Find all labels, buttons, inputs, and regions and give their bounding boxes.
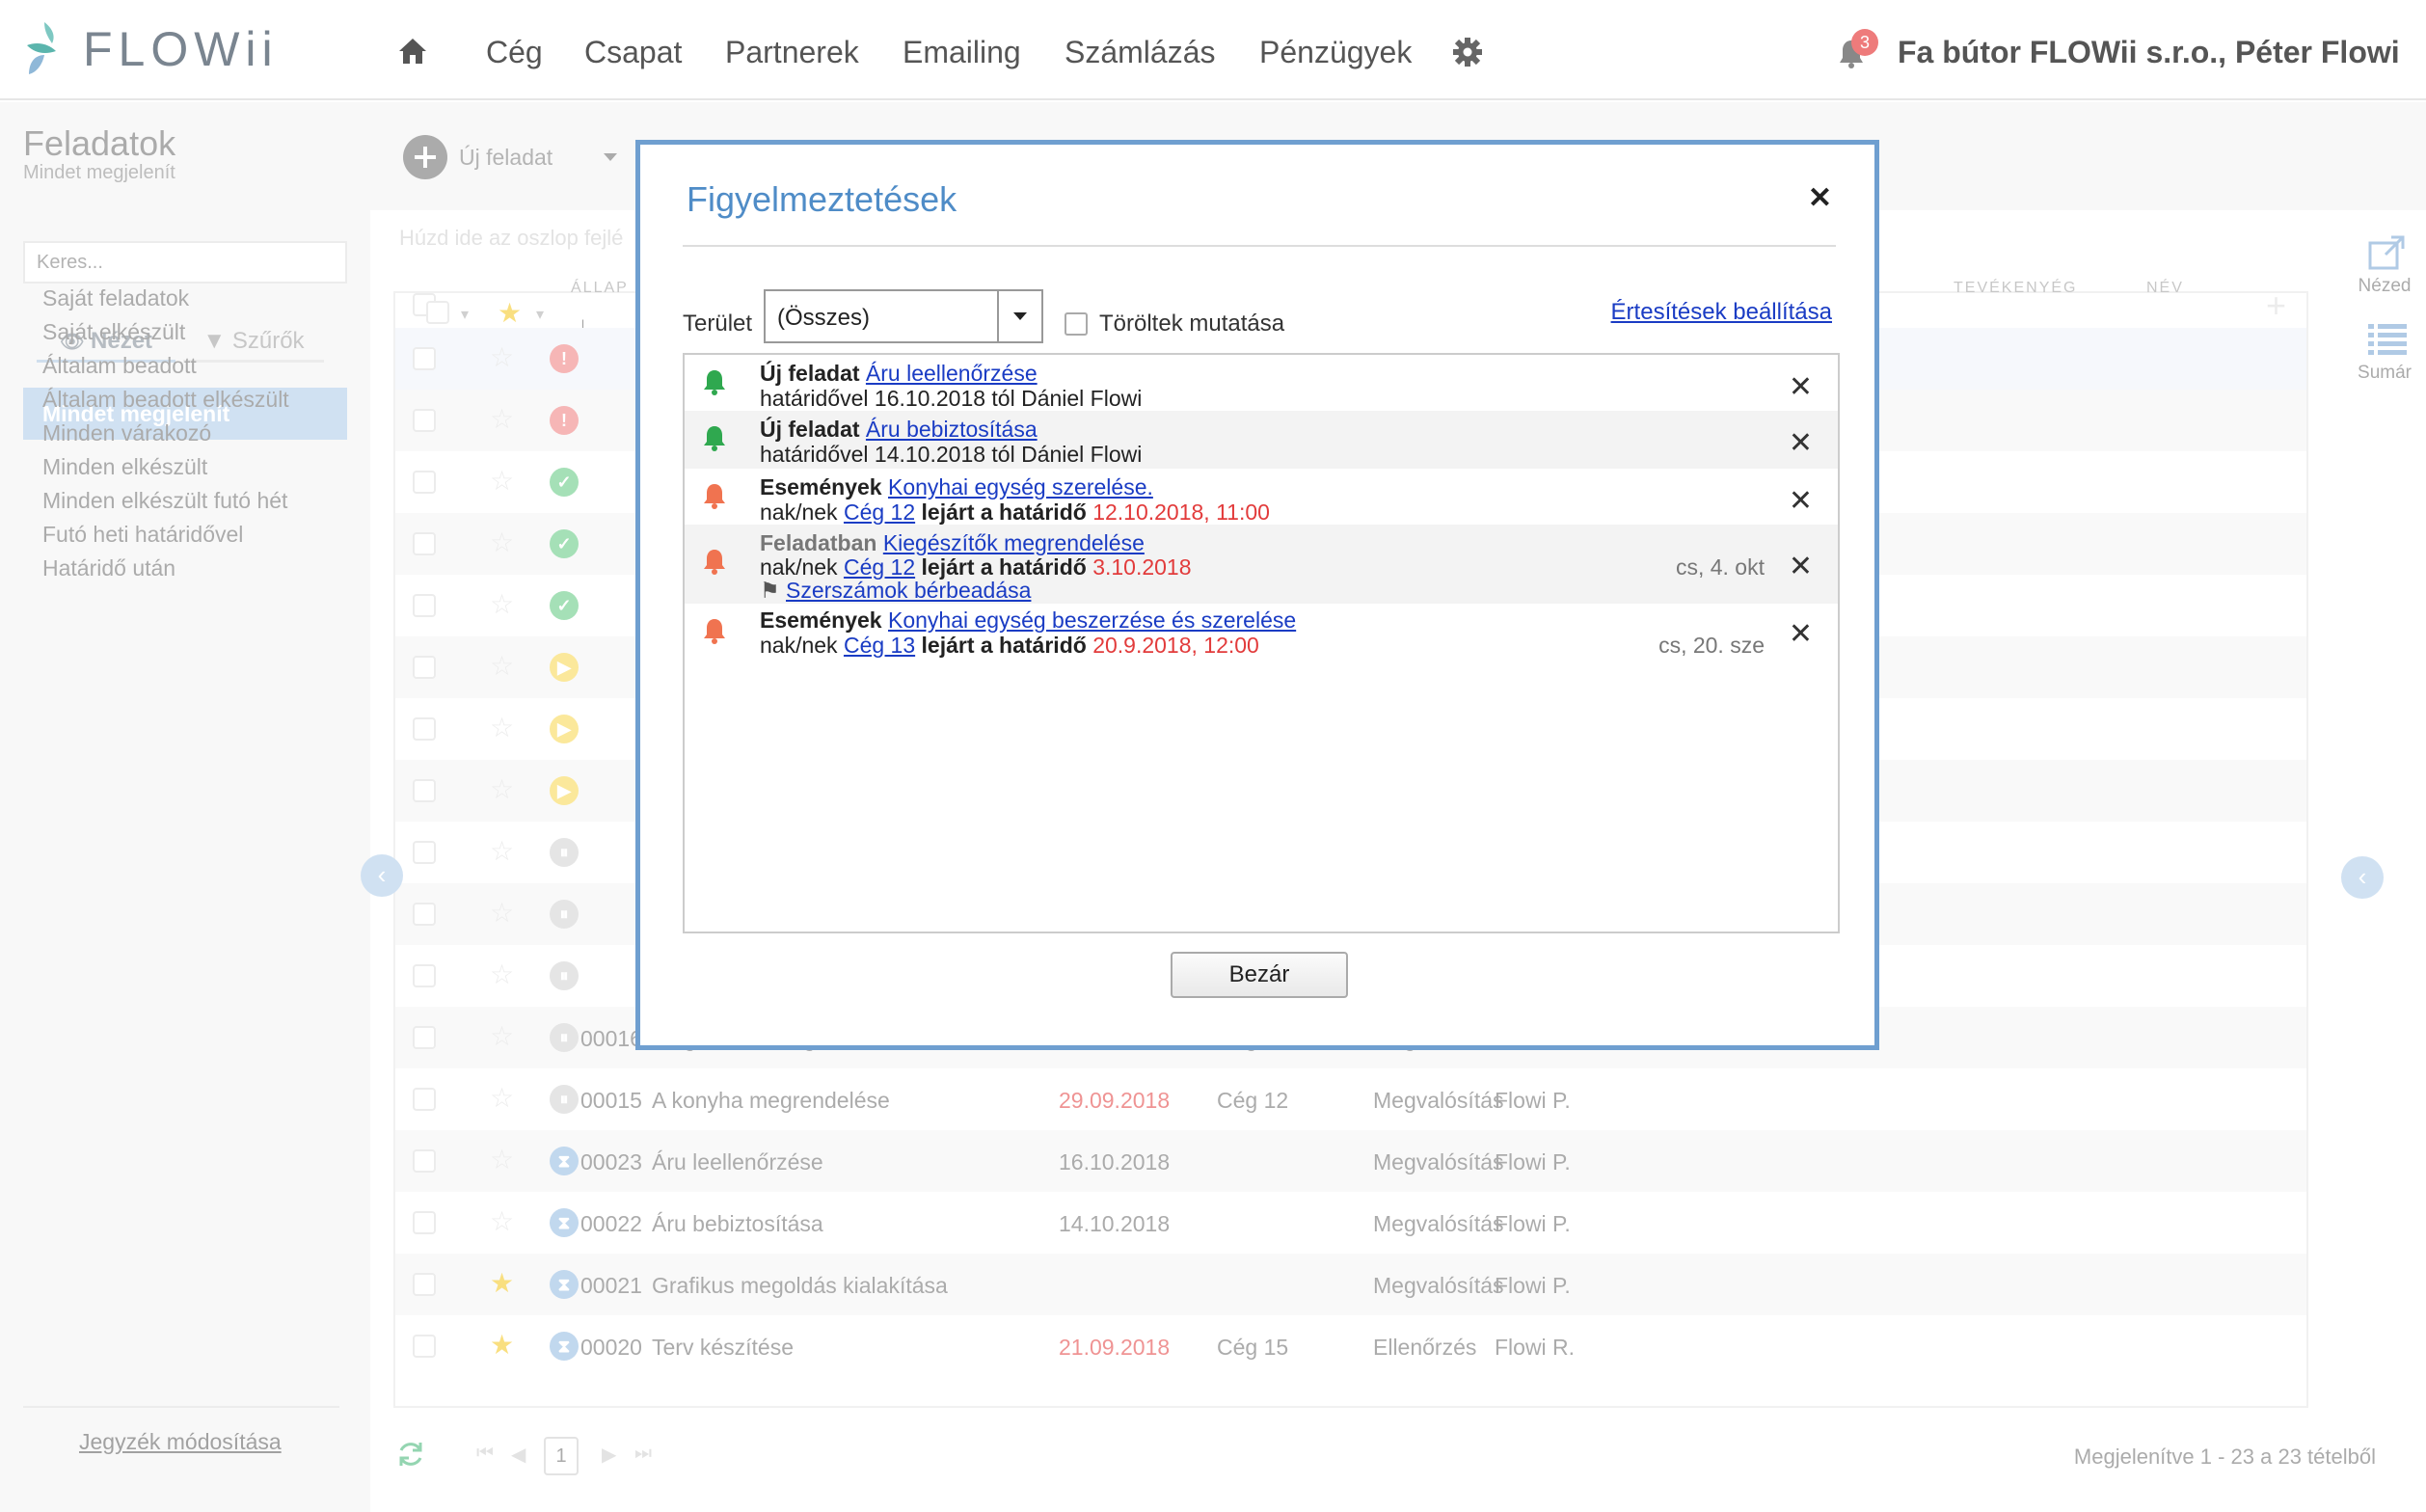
prefix-text: nak/nek: [760, 500, 838, 525]
dismiss-icon[interactable]: ✕: [1789, 370, 1813, 404]
notification-project: ⚑ Szerszámok bérbeadása: [760, 578, 1031, 604]
notification-detail: határidővel 14.10.2018 tól Dániel Flowi: [760, 442, 1143, 467]
prefix-text: nak/nek: [760, 633, 838, 658]
notification-kind: Új feladat: [760, 361, 860, 386]
expired-text: lejárt a határidő: [921, 554, 1087, 580]
top-bar: FLOWii Cég Csapat Partnerek Emailing Szá…: [0, 0, 2426, 100]
notification-settings-link[interactable]: Értesítések beállítása: [1611, 299, 1832, 326]
area-select[interactable]: (Összes): [764, 289, 1043, 343]
notification-line: Új feladat Áru leellenőrzése: [760, 361, 1038, 387]
deadline-text: 20.9.2018, 12:00: [1092, 633, 1259, 658]
dialog-divider: [683, 245, 1836, 247]
notification-list: Új feladat Áru leellenőrzése határidővel…: [683, 353, 1840, 933]
gear-icon[interactable]: [1452, 37, 1483, 72]
notification-line: Események Konyhai egység beszerzése és s…: [760, 608, 1296, 634]
task-link[interactable]: Áru bebiztosítása: [866, 417, 1038, 442]
notification-item: Feladatban Kiegészítők megrendelése nak/…: [685, 525, 1838, 604]
bell-icon: [702, 617, 727, 649]
deadline-text: 12.10.2018, 11:00: [1092, 500, 1270, 525]
nav-emailing[interactable]: Emailing: [903, 35, 1021, 70]
notification-line: Események Konyhai egység szerelése.: [760, 474, 1153, 500]
project-link[interactable]: Szerszámok bérbeadása: [786, 578, 1031, 603]
notification-count-badge: 3: [1851, 29, 1878, 56]
nav-partners[interactable]: Partnerek: [725, 35, 859, 70]
task-link[interactable]: Áru leellenőrzése: [866, 361, 1038, 386]
area-select-value: (Összes): [777, 305, 870, 331]
notification-kind: Események: [760, 474, 882, 500]
nav-team[interactable]: Csapat: [584, 35, 682, 70]
dismiss-icon[interactable]: ✕: [1789, 426, 1813, 460]
flowii-logo[interactable]: FLOWii: [23, 17, 279, 81]
notification-item: Új feladat Áru bebiztosítása határidővel…: [685, 411, 1838, 469]
nav-invoicing[interactable]: Számlázás: [1065, 35, 1216, 70]
nav-company[interactable]: Cég: [486, 35, 543, 70]
company-link[interactable]: Cég 12: [844, 500, 915, 525]
notification-kind: Új feladat: [760, 417, 860, 442]
notification-item: Események Konyhai egység szerelése. nak/…: [685, 469, 1838, 525]
notification-detail: nak/nek Cég 12 lejárt a határidő 3.10.20…: [760, 554, 1192, 580]
flowii-logo-icon: [27, 22, 56, 74]
bell-icon: [702, 548, 727, 580]
bell-icon: [702, 482, 727, 514]
chevron-down-icon[interactable]: [997, 291, 1041, 341]
notification-line: Új feladat Áru bebiztosítása: [760, 417, 1038, 443]
notification-item: Új feladat Áru leellenőrzése határidővel…: [685, 355, 1838, 411]
expired-text: lejárt a határidő: [921, 633, 1087, 658]
event-link[interactable]: Konyhai egység szerelése.: [888, 474, 1153, 500]
area-label: Terület: [683, 310, 753, 337]
dialog-title: Figyelmeztetések: [687, 179, 957, 219]
nav-finance[interactable]: Pénzügyek: [1259, 35, 1412, 70]
close-icon[interactable]: ✕: [1808, 181, 1832, 215]
task-link[interactable]: Kiegészítők megrendelése: [883, 530, 1145, 555]
notification-detail: határidővel 16.10.2018 tól Dániel Flowi: [760, 386, 1143, 411]
expired-text: lejárt a határidő: [921, 500, 1087, 525]
notification-detail: nak/nek Cég 12 lejárt a határidő 12.10.2…: [760, 500, 1270, 526]
dismiss-icon[interactable]: ✕: [1789, 484, 1813, 518]
home-icon[interactable]: [397, 37, 428, 70]
show-deleted-label: Töröltek mutatása: [1099, 310, 1285, 337]
user-company-name[interactable]: Fa bútor FLOWii s.r.o., Péter Flowi: [1898, 35, 2400, 70]
company-link[interactable]: Cég 12: [844, 554, 915, 580]
company-link[interactable]: Cég 13: [844, 633, 915, 658]
notifications-bell-icon[interactable]: 3: [1838, 29, 1878, 74]
notification-date: cs, 20. sze: [1658, 633, 1765, 658]
prefix-text: nak/nek: [760, 554, 838, 580]
dismiss-icon[interactable]: ✕: [1789, 617, 1813, 651]
notification-item: Események Konyhai egység beszerzése és s…: [685, 604, 1838, 662]
show-deleted-checkbox[interactable]: [1065, 312, 1088, 336]
event-link[interactable]: Konyhai egység beszerzése és szerelése: [888, 608, 1296, 633]
flag-icon: ⚑: [760, 578, 780, 603]
bell-icon: [702, 424, 727, 456]
close-button[interactable]: Bezár: [1171, 952, 1348, 998]
notification-date: cs, 4. okt: [1675, 554, 1765, 580]
deadline-text: 3.10.2018: [1092, 554, 1192, 580]
notification-kind: Feladatban: [760, 530, 877, 555]
bell-icon: [702, 368, 727, 400]
notification-detail: nak/nek Cég 13 lejárt a határidő 20.9.20…: [760, 633, 1259, 659]
alerts-dialog: Figyelmeztetések ✕ Terület (Összes) Törö…: [635, 140, 1879, 1050]
notification-kind: Események: [760, 608, 882, 633]
logo-text: FLOWii: [83, 22, 279, 76]
notification-line: Feladatban Kiegészítők megrendelése: [760, 530, 1145, 556]
dismiss-icon[interactable]: ✕: [1789, 550, 1813, 583]
